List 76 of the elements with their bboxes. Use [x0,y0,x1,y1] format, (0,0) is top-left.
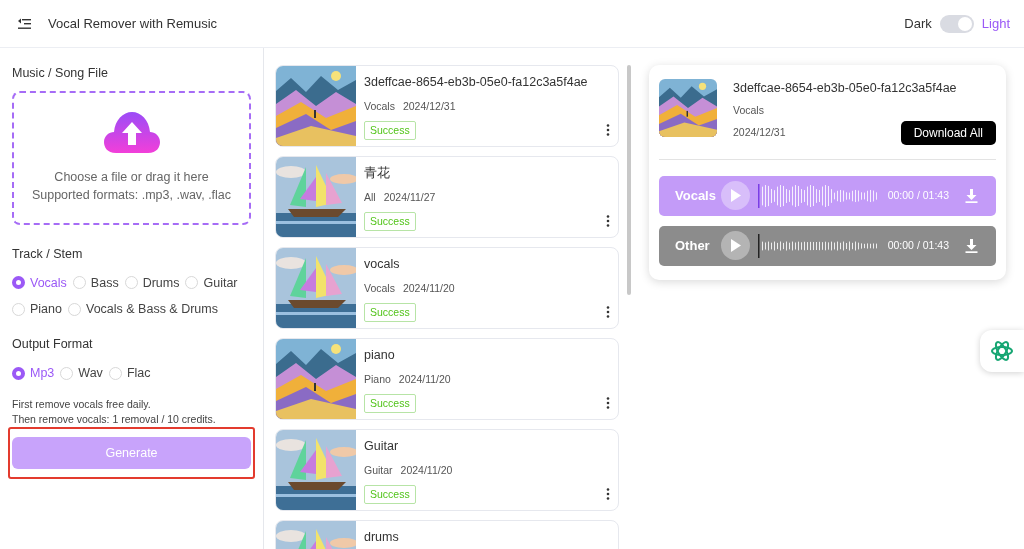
radio-option[interactable]: Drums [124,273,180,293]
section-label: Track / Stem [12,245,84,263]
date-text: 2024/11/20 [398,371,451,387]
date-text: 2024/12/31 [402,98,456,114]
track-title: 3deffcae-8654-eb3b-05e0-fa12c3a5f4ae [364,74,589,91]
stem-label: Vocals [364,280,395,296]
theme-toggle[interactable] [939,14,974,33]
more-options-icon[interactable] [606,215,610,228]
track-name: Vocals [675,186,717,205]
stem-label: Vocals [733,102,765,118]
waveform-drawing[interactable] [758,182,878,209]
more-options-icon[interactable] [606,397,610,410]
menu-collapse-icon[interactable] [18,17,32,30]
scrollbar[interactable] [627,65,631,295]
dropzone-text: Supported formats: .mp3, .wav, .flac [31,186,232,204]
more-options-icon[interactable] [606,488,610,501]
app-title: Vocal Remover with Remusic [48,14,218,33]
assistant-button[interactable] [980,330,1024,372]
status-badge: Success [364,211,416,232]
radio-option[interactable]: Guitar [185,273,238,293]
radio-button[interactable] [12,366,25,380]
download-icon[interactable] [965,188,978,203]
radio-option[interactable]: Vocals & Bass & Drums [68,300,218,319]
radio-option[interactable]: Vocals [12,273,67,293]
file-dropzone[interactable]: Choose a file or drag it here Supported formats: .mp3, .wav, .flac [12,90,251,225]
radio-option[interactable]: Bass [72,273,119,293]
status-badge: Success [364,484,416,505]
more-options-icon[interactable] [606,124,610,137]
flower-knot-icon [990,339,1014,363]
play-icon [730,239,741,252]
theme-label: Light [981,14,1010,33]
note-text: Then remove vocals: 1 removal / 10 credits. [12,411,217,427]
history-card[interactable]: piano Piano 2024/11/20 Success [275,338,619,420]
track-title: drums [364,529,400,546]
note-text: First remove vocals free daily. [12,396,152,412]
download-all-button[interactable]: Download All [900,120,996,145]
radio-option[interactable]: Mp3 [12,363,55,383]
stem-label: Vocals [364,98,395,114]
track-title: 3deffcae-8654-eb3b-05e0-fa12c3a5f4ae [733,80,958,97]
date-text: 2024/11/27 [383,189,436,205]
section-label: Music / Song File [12,65,109,82]
time-text: 00:00 / 01:43 [887,187,949,203]
stem-label: Guitar [364,462,393,478]
download-icon[interactable] [965,238,978,253]
history-card[interactable]: drums [275,520,619,549]
radio-option[interactable]: Flac [108,363,151,383]
stem-label: All [364,189,376,205]
history-card[interactable]: Guitar Guitar 2024/11/20 Success [275,429,619,511]
track-title: piano [364,347,396,364]
play-button[interactable] [721,181,750,210]
radio-option[interactable]: Piano [12,300,62,319]
history-card[interactable]: 青花 All 2024/11/27 Success [275,156,619,238]
track-title: vocals [364,256,401,273]
history-card[interactable]: 3deffcae-8654-eb3b-05e0-fa12c3a5f4ae Vocals 2024/12/31 Success [275,65,619,147]
play-icon [730,189,741,202]
stem-label: Piano [364,371,391,387]
date-text: 2024/11/20 [400,462,453,478]
cloud-upload-icon [103,111,160,154]
radio-option[interactable]: Wav [60,363,103,383]
track-name: Other [675,236,711,255]
waveform-drawing[interactable] [758,232,878,259]
section-label: Output Format [12,336,94,353]
status-badge: Success [364,120,416,141]
history-card[interactable]: vocals Vocals 2024/11/20 Success [275,247,619,329]
date-text: 2024/11/20 [402,280,455,296]
more-options-icon[interactable] [606,306,610,319]
track-title: 青花 [364,165,391,182]
dropzone-text: Choose a file or drag it here [54,169,209,187]
track-title: Guitar [364,438,400,455]
play-button[interactable] [721,231,750,260]
date-text: 2024/12/31 [733,124,786,140]
theme-label: Dark [904,14,932,33]
status-badge: Success [364,393,416,414]
status-badge: Success [364,302,416,323]
time-text: 00:00 / 01:43 [887,237,949,253]
radio-button[interactable] [12,276,25,290]
